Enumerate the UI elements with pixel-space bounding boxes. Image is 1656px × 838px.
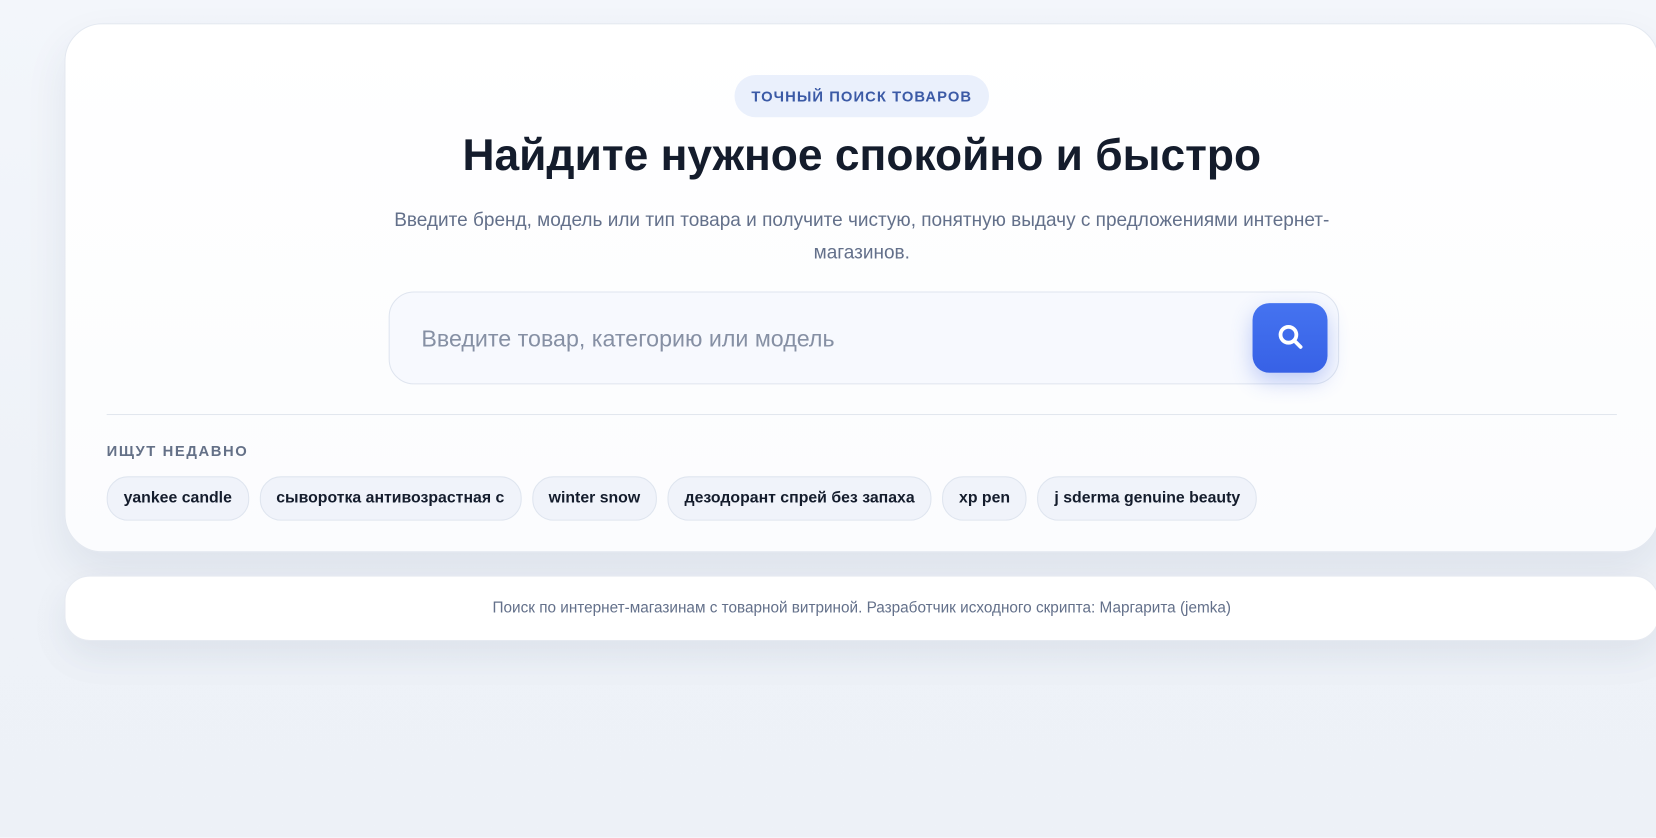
recent-search-chip[interactable]: yankee candle [106,476,249,521]
recent-searches-label: ИЩУТ НЕДАВНО [106,442,249,460]
page-title: Найдите нужное спокойно и быстро [462,129,1262,180]
divider [106,413,1617,416]
page: ТОЧНЫЙ ПОИСК ТОВАРОВ Найдите нужное спок… [0,0,1656,837]
recent-search-chip[interactable]: сыворотка антивозрастная с [259,476,522,521]
hero-badge: ТОЧНЫЙ ПОИСК ТОВАРОВ [734,74,990,118]
recent-searches-list: yankee candle сыворотка антивозрастная с… [106,476,1258,521]
footer-text: Поиск по интернет-магазинам с товарной в… [492,599,1232,617]
recent-search-chip[interactable]: xp pen [942,476,1027,521]
search-icon [1275,322,1305,355]
search-bar [388,291,1340,386]
recent-search-chip[interactable]: дезодорант спрей без запаха [667,476,932,521]
recent-search-chip[interactable]: winter snow [531,476,658,521]
search-card: ТОЧНЫЙ ПОИСК ТОВАРОВ Найдите нужное спок… [64,23,1656,553]
search-input[interactable] [419,292,1248,386]
page-subtitle: Введите бренд, модель или тип товара и п… [394,209,1330,263]
recent-search-chip[interactable]: j sderma genuine beauty [1037,476,1258,521]
footer: Поиск по интернет-магазинам с товарной в… [64,575,1656,642]
search-button[interactable] [1252,303,1328,373]
